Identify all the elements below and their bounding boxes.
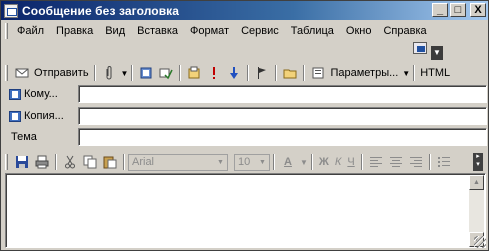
options-button[interactable]: Параметры... <box>330 67 398 79</box>
menu-insert[interactable]: Вставка <box>131 24 184 38</box>
menu-edit[interactable]: Правка <box>50 24 99 38</box>
chevron-down-icon[interactable]: ▼ <box>215 156 226 169</box>
toolbar-options-chevron[interactable]: ▸ ▾ <box>473 153 483 171</box>
cc-field[interactable] <box>78 107 487 125</box>
address-book-icon <box>9 110 21 122</box>
address-book-icon[interactable] <box>138 65 154 81</box>
paperclip-icon[interactable] <box>101 65 117 81</box>
check-names-icon[interactable] <box>158 65 174 81</box>
toolbar-separator <box>360 154 363 170</box>
flag-icon[interactable] <box>254 65 270 81</box>
printer-icon[interactable] <box>34 154 50 170</box>
chevron-down-icon[interactable]: ▼ <box>402 69 410 78</box>
cc-button[interactable]: Копия... <box>9 108 73 124</box>
paste-icon[interactable] <box>102 154 118 170</box>
font-size-select[interactable]: 10 ▼ <box>234 153 270 171</box>
toolbar-separator <box>428 154 431 170</box>
resize-grip[interactable] <box>474 236 486 248</box>
menu-file[interactable]: Файл <box>11 24 50 38</box>
subject-field[interactable] <box>78 128 487 146</box>
toolbar-grip[interactable] <box>5 65 8 81</box>
toolbar-separator <box>131 65 134 81</box>
window-controls: _ □ X <box>432 3 486 17</box>
standard-toolbar: Отправить ▼ Параметры... ▼ HTML <box>5 63 489 83</box>
message-window: Сообщение без заголовка _ □ X Файл Правк… <box>0 0 489 251</box>
subject-label: Тема <box>11 131 37 143</box>
chevron-down-icon[interactable]: ▼ <box>300 158 308 167</box>
address-book-icon <box>9 88 21 100</box>
to-label: Кому... <box>24 88 58 100</box>
menu-grip[interactable] <box>5 23 8 39</box>
toolbar-separator <box>93 65 96 81</box>
maximize-button[interactable]: □ <box>450 3 466 17</box>
menu-table[interactable]: Таблица <box>285 24 340 38</box>
to-field[interactable] <box>78 85 487 103</box>
toolbar-separator <box>123 154 125 170</box>
options-icon[interactable] <box>310 65 326 81</box>
menu-bar: Файл Правка Вид Вставка Формат Сервис Та… <box>1 20 488 60</box>
to-button[interactable]: Кому... <box>9 86 73 102</box>
scissors-icon[interactable] <box>62 154 78 170</box>
folder-icon[interactable] <box>282 65 298 81</box>
toolbar-separator <box>303 65 306 81</box>
menu-view[interactable]: Вид <box>99 24 131 38</box>
menu-help[interactable]: Справка <box>377 24 432 38</box>
toolbar-separator <box>179 65 182 81</box>
numbered-list-icon[interactable] <box>436 154 452 170</box>
bold-button[interactable]: Ж <box>319 156 329 168</box>
subject-row: Тема <box>9 128 487 146</box>
align-right-icon[interactable] <box>408 154 424 170</box>
font-name-value: Arial <box>132 156 155 168</box>
copy-icon[interactable] <box>82 154 98 170</box>
outlook-logo-button[interactable]: ▼ <box>411 42 445 60</box>
toolbar-separator <box>310 154 313 170</box>
chevron-down-icon[interactable]: ▼ <box>257 156 268 169</box>
toolbar-grip[interactable] <box>5 154 8 170</box>
outlook-message-icon <box>4 3 18 18</box>
send-button[interactable]: Отправить <box>34 67 89 79</box>
font-color-icon[interactable]: A <box>280 154 296 170</box>
cc-row: Копия... <box>9 107 487 125</box>
message-body[interactable]: ▲ ▼ <box>5 173 486 248</box>
toolbar-separator <box>275 65 278 81</box>
formatting-toolbar: Arial ▼ 10 ▼ A ▼ Ж К Ч ▸ ▾ <box>5 152 485 172</box>
down-arrow-icon[interactable] <box>226 65 242 81</box>
send-icon[interactable] <box>14 65 30 81</box>
align-center-icon[interactable] <box>388 154 404 170</box>
italic-button[interactable]: К <box>335 156 341 168</box>
toolbar-separator <box>413 65 416 81</box>
font-size-value: 10 <box>238 156 251 168</box>
exclamation-icon[interactable] <box>206 65 222 81</box>
chevron-down-icon[interactable]: ▼ <box>431 46 443 60</box>
minimize-button[interactable]: _ <box>432 3 448 17</box>
underline-button[interactable]: Ч <box>347 156 354 168</box>
menu-window[interactable]: Окно <box>340 24 378 38</box>
toolbar-separator <box>247 65 250 81</box>
save-icon[interactable] <box>14 154 30 170</box>
toolbar-separator <box>55 154 57 170</box>
toolbar-separator <box>273 154 275 170</box>
to-row: Кому... <box>9 85 487 103</box>
title-bar[interactable]: Сообщение без заголовка _ □ X <box>1 1 488 20</box>
window-title: Сообщение без заголовка <box>22 3 180 18</box>
align-left-icon[interactable] <box>368 154 384 170</box>
message-format-select[interactable]: HTML <box>420 67 489 79</box>
menu-format[interactable]: Формат <box>184 24 235 38</box>
font-name-select[interactable]: Arial ▼ <box>128 153 228 171</box>
scroll-up-icon[interactable]: ▲ <box>469 175 484 190</box>
insert-file-icon[interactable] <box>186 65 202 81</box>
cc-label: Копия... <box>24 110 64 122</box>
menu-tools[interactable]: Сервис <box>235 24 285 38</box>
outlook-logo-icon <box>413 42 427 54</box>
chevron-down-icon[interactable]: ▼ <box>121 69 129 78</box>
close-button[interactable]: X <box>470 3 486 17</box>
